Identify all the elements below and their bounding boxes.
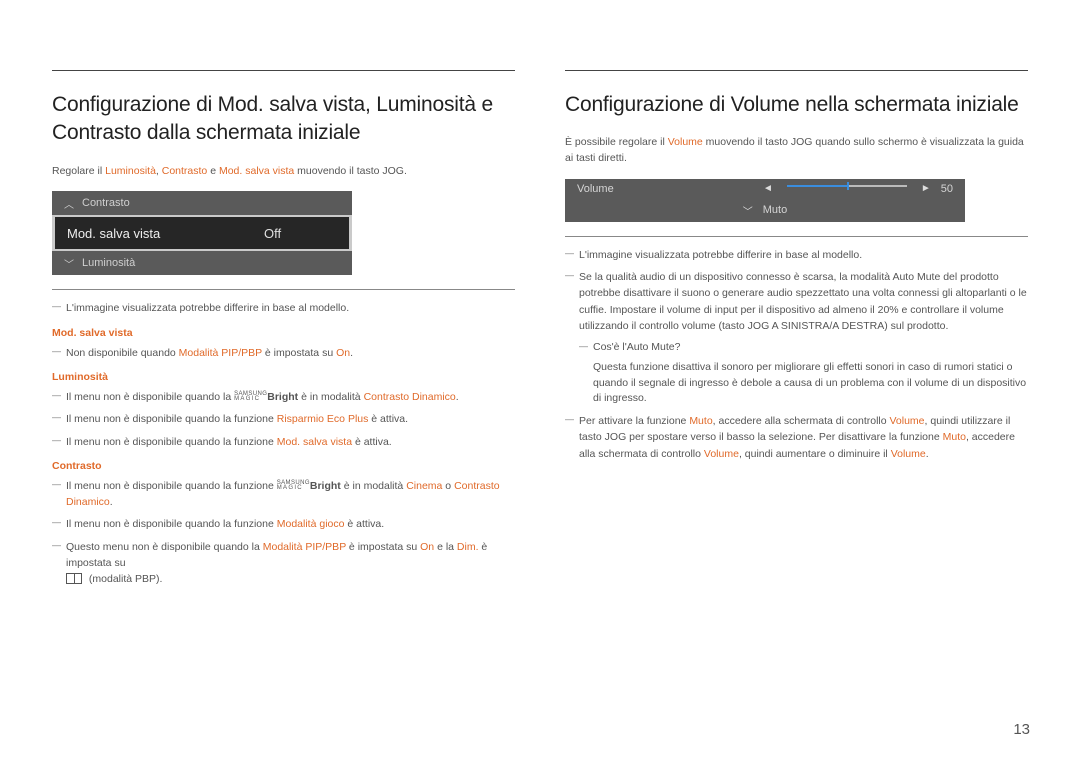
text: Per attivare la funzione (579, 415, 689, 427)
left-column: Configurazione di Mod. salva vista, Lumi… (52, 70, 515, 593)
osd-row-luminosita: ﹀ Luminosità (52, 251, 352, 275)
text: Non disponibile quando (66, 347, 179, 359)
text: è impostata su (346, 541, 420, 553)
accent: Cinema (406, 480, 442, 492)
osd-value: 50 (941, 183, 953, 195)
text: è attiva. (352, 436, 392, 448)
text: Bright (310, 480, 341, 492)
text: è in modalità (298, 391, 363, 403)
osd-label: Volume (577, 183, 614, 195)
note: Questo menu non è disponibile quando la … (52, 539, 515, 588)
text: Regolare il (52, 165, 105, 177)
accent: Modalità PIP/PBP (179, 347, 262, 359)
accent: Mod. salva vista (277, 436, 352, 448)
note: Il menu non è disponibile quando la funz… (52, 516, 515, 532)
sub-note-question: Cos'è l'Auto Mute? (565, 340, 1028, 356)
accent: Dim. (457, 541, 479, 553)
chevron-down-icon: ﹀ (64, 256, 74, 271)
subhead-mod-salva-vista: Mod. salva vista (52, 327, 515, 339)
osd-row-selected: Mod. salva vista Off (52, 215, 352, 251)
osd-value: Off (264, 226, 281, 241)
text: Bright (267, 391, 298, 403)
samsung-magic-icon: SAMSUNGMAGIC (234, 391, 267, 402)
text: Questo menu non è disponibile quando la (66, 541, 263, 553)
subhead-contrasto: Contrasto (52, 460, 515, 472)
osd-label: Contrasto (82, 197, 130, 209)
osd-label: Muto (763, 204, 787, 216)
accent-luminosita: Luminosità (105, 165, 156, 177)
accent: Muto (943, 431, 966, 443)
text: . (350, 347, 353, 359)
note-image-differ: L'immagine visualizzata potrebbe differi… (565, 247, 1028, 263)
note: Il menu non è disponibile quando la funz… (52, 411, 515, 427)
divider (565, 70, 1028, 71)
accent-contrasto: Contrasto (162, 165, 208, 177)
accent: On (420, 541, 434, 553)
note: Non disponibile quando Modalità PIP/PBP … (52, 345, 515, 361)
accent: On (336, 347, 350, 359)
text: , quindi aumentare o diminuire il (739, 448, 891, 460)
accent: Volume (704, 448, 739, 460)
text: Il menu non è disponibile quando la funz… (66, 436, 277, 448)
chevron-down-icon: ﹀ (743, 203, 753, 218)
divider (565, 236, 1028, 237)
text: è in modalità (341, 480, 406, 492)
osd-row-contrasto: ︿ Contrasto (52, 191, 352, 215)
text: o (442, 480, 454, 492)
text: Il menu non è disponibile quando la (66, 391, 234, 403)
text: muovendo il tasto JOG. (294, 165, 407, 177)
accent: Risparmio Eco Plus (277, 413, 369, 425)
accent: Contrasto Dinamico (364, 391, 456, 403)
note-image-differ: L'immagine visualizzata potrebbe differi… (52, 300, 515, 316)
osd-volume-row: Volume ◄ ► 50 (565, 179, 965, 199)
note-auto-mute: Se la qualità audio di un dispositivo co… (565, 269, 1028, 334)
volume-slider (787, 185, 907, 187)
note-muto: Per attivare la funzione Muto, accedere … (565, 413, 1028, 462)
text: (modalità PBP). (86, 573, 162, 585)
text: Il menu non è disponibile quando la funz… (66, 518, 277, 530)
subhead-luminosita: Luminosità (52, 371, 515, 383)
text: È possibile regolare il (565, 136, 668, 148)
text: è impostata su (262, 347, 336, 359)
text: Il menu non è disponibile quando la funz… (66, 413, 277, 425)
accent-mod-salva-vista: Mod. salva vista (219, 165, 294, 177)
divider (52, 70, 515, 71)
osd-label: Mod. salva vista (67, 226, 160, 241)
osd-volume-preview: Volume ◄ ► 50 ﹀ Muto (565, 179, 965, 222)
note: Il menu non è disponibile quando la funz… (52, 434, 515, 450)
note: Il menu non è disponibile quando la funz… (52, 478, 515, 511)
left-heading: Configurazione di Mod. salva vista, Lumi… (52, 91, 515, 148)
note: Il menu non è disponibile quando la SAMS… (52, 389, 515, 405)
arrow-right-icon: ► (921, 183, 931, 194)
text: è attiva. (344, 518, 384, 530)
text: è attiva. (368, 413, 408, 425)
chevron-up-icon: ︿ (64, 196, 74, 211)
text: Il menu non è disponibile quando la funz… (66, 480, 277, 492)
accent: Volume (890, 415, 925, 427)
page-number: 13 (1013, 721, 1030, 738)
text: e (207, 165, 219, 177)
accent: Modalità gioco (277, 518, 345, 530)
right-intro: È possibile regolare il Volume muovendo … (565, 135, 1028, 167)
osd-preview: ︿ Contrasto Mod. salva vista Off ﹀ Lumin… (52, 191, 352, 275)
left-intro: Regolare il Luminosità, Contrasto e Mod.… (52, 164, 515, 180)
arrow-left-icon: ◄ (763, 183, 773, 194)
divider (52, 289, 515, 290)
right-column: Configurazione di Volume nella schermata… (565, 70, 1028, 593)
text: . (110, 496, 113, 508)
osd-label: Luminosità (82, 257, 135, 269)
text: e la (434, 541, 457, 553)
text: . (926, 448, 929, 460)
samsung-magic-icon: SAMSUNGMAGIC (277, 480, 310, 491)
accent: Volume (891, 448, 926, 460)
osd-muto-row: ﹀ Muto (565, 199, 965, 222)
right-heading: Configurazione di Volume nella schermata… (565, 91, 1028, 119)
sub-note-answer: Questa funzione disattiva il sonoro per … (565, 360, 1028, 407)
text: , accedere alla schermata di controllo (713, 415, 890, 427)
accent-volume: Volume (668, 136, 703, 148)
accent: Muto (689, 415, 712, 427)
pbp-icon (66, 573, 82, 584)
accent: Modalità PIP/PBP (263, 541, 346, 553)
text: . (456, 391, 459, 403)
